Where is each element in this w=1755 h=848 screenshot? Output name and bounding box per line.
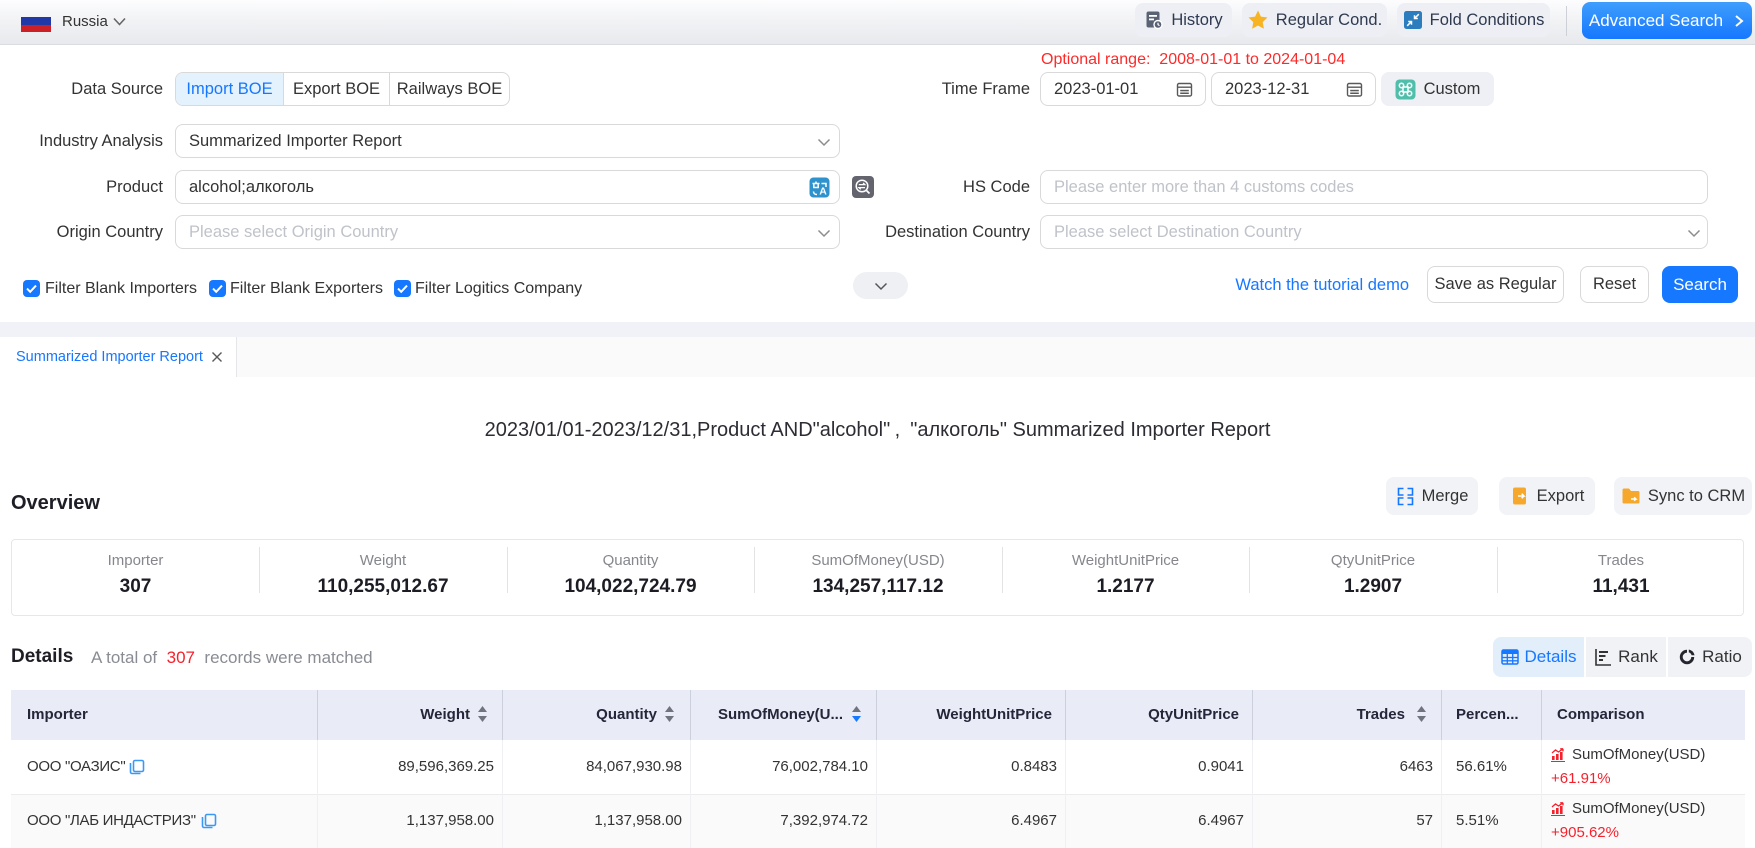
svg-text:A: A: [819, 186, 827, 198]
